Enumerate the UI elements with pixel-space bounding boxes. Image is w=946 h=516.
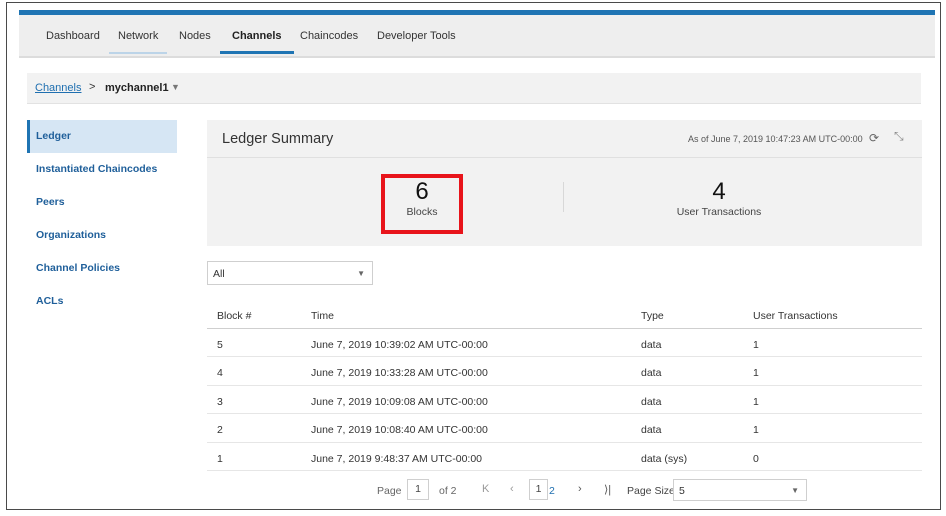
next-page-icon[interactable]: › <box>578 483 582 495</box>
cell-user-transactions: 1 <box>753 424 759 437</box>
tab-dashboard[interactable]: Dashboard <box>46 27 100 54</box>
cell-block: 2 <box>217 424 223 437</box>
sidebar: Ledger Instantiated Chaincodes Peers Org… <box>27 120 177 318</box>
sidebar-item-ledger[interactable]: Ledger <box>27 120 177 153</box>
sidebar-item-organizations[interactable]: Organizations <box>27 219 177 252</box>
table-row[interactable]: 5 June 7, 2019 10:39:02 AM UTC-00:00 dat… <box>207 329 922 358</box>
page-button-1[interactable]: 1 <box>529 479 548 500</box>
previous-page-icon[interactable]: ‹ <box>510 483 514 495</box>
user-transactions-stat: 4 User Transactions <box>649 178 789 218</box>
page-count-label: of 2 <box>439 485 457 497</box>
cell-block: 3 <box>217 395 223 408</box>
cell-block: 5 <box>217 339 223 351</box>
cell-block: 4 <box>217 367 223 380</box>
top-navigation: Dashboard Network Nodes Channels Chainco… <box>19 10 935 58</box>
page-button-2[interactable]: 2 <box>549 485 555 497</box>
as-of-timestamp: As of June 7, 2019 10:47:23 AM UTC-00:00 <box>688 134 863 144</box>
cell-type: data <box>641 339 662 351</box>
sidebar-item-instantiated-chaincodes[interactable]: Instantiated Chaincodes <box>27 153 177 186</box>
table-row[interactable]: 2 June 7, 2019 10:08:40 AM UTC-00:00 dat… <box>207 414 922 443</box>
tab-channels[interactable]: Channels <box>220 27 294 54</box>
column-header-block[interactable]: Block # <box>217 310 251 322</box>
cell-time: June 7, 2019 10:39:02 AM UTC-00:00 <box>311 339 488 351</box>
cell-time: June 7, 2019 9:48:37 AM UTC-00:00 <box>311 452 483 465</box>
breadcrumb-channels-link[interactable]: Channels <box>35 82 81 94</box>
column-header-type[interactable]: Type <box>641 310 664 322</box>
tab-chaincodes[interactable]: Chaincodes <box>300 27 358 54</box>
highlight-box <box>381 174 463 234</box>
sidebar-item-acls[interactable]: ACLs <box>27 285 177 318</box>
cell-block: 1 <box>217 452 223 465</box>
block-filter-select[interactable]: All ▼ <box>207 261 373 285</box>
user-transactions-count: 4 <box>712 178 726 205</box>
sidebar-item-channel-policies[interactable]: Channel Policies <box>27 252 177 285</box>
ledger-summary-title: Ledger Summary <box>222 131 334 147</box>
cell-user-transactions: 0 <box>753 452 759 465</box>
cell-time: June 7, 2019 10:09:08 AM UTC-00:00 <box>311 395 488 408</box>
table-row[interactable]: 3 June 7, 2019 10:09:08 AM UTC-00:00 dat… <box>207 386 922 415</box>
last-page-icon[interactable]: ⟩| <box>604 483 611 496</box>
cell-time: June 7, 2019 10:33:28 AM UTC-00:00 <box>311 367 488 380</box>
nav-divider <box>19 56 935 58</box>
sidebar-item-peers[interactable]: Peers <box>27 186 177 219</box>
refresh-icon[interactable]: ⟳ <box>869 131 879 145</box>
user-transactions-label: User Transactions <box>676 206 762 218</box>
app-window: Dashboard Network Nodes Channels Chainco… <box>6 2 941 510</box>
ledger-summary-panel: Ledger Summary As of June 7, 2019 10:47:… <box>207 120 922 246</box>
tab-nodes[interactable]: Nodes <box>179 27 211 54</box>
page-number-input[interactable]: 1 <box>407 479 429 500</box>
page-size-label: Page Size <box>627 485 675 497</box>
column-header-user-transactions[interactable]: User Transactions <box>753 310 838 322</box>
column-header-time[interactable]: Time <box>311 310 334 322</box>
page-size-value: 5 <box>679 485 685 497</box>
cell-time: June 7, 2019 10:08:40 AM UTC-00:00 <box>311 424 488 437</box>
breadcrumb-current-channel[interactable]: mychannel1 <box>105 82 169 94</box>
breadcrumb-separator: > <box>89 81 96 93</box>
collapse-icon[interactable]: ⤡ <box>894 129 904 144</box>
page-label: Page <box>377 485 402 497</box>
cell-type: data <box>641 424 662 437</box>
cell-type: data <box>641 395 662 408</box>
page-size-select[interactable]: 5 ▼ <box>673 479 807 501</box>
block-filter-value: All <box>213 268 225 280</box>
chevron-down-icon: ▼ <box>357 269 365 278</box>
tab-developer-tools[interactable]: Developer Tools <box>377 27 456 54</box>
tab-network[interactable]: Network <box>109 27 168 54</box>
cell-user-transactions: 1 <box>753 339 759 351</box>
chevron-down-icon: ▼ <box>791 486 799 495</box>
blocks-table: Block # Time Type User Transactions 5 Ju… <box>207 299 922 471</box>
cell-type: data (sys) <box>641 452 688 465</box>
first-page-icon[interactable]: K <box>482 483 489 495</box>
chevron-down-icon[interactable]: ▼ <box>171 82 180 92</box>
cell-user-transactions: 1 <box>753 395 759 408</box>
table-row[interactable]: 1 June 7, 2019 9:48:37 AM UTC-00:00 data… <box>207 443 922 471</box>
breadcrumb: Channels > mychannel1 ▼ <box>27 73 921 104</box>
table-row[interactable]: 4 June 7, 2019 10:33:28 AM UTC-00:00 dat… <box>207 357 922 386</box>
pagination: Page 1 of 2 K ‹ 1 2 › ⟩| Page Size 5 ▼ <box>207 475 922 505</box>
table-header: Block # Time Type User Transactions <box>207 299 922 329</box>
ledger-summary-header: Ledger Summary As of June 7, 2019 10:47:… <box>207 120 922 158</box>
cell-user-transactions: 1 <box>753 367 759 380</box>
cell-type: data <box>641 367 662 380</box>
stat-divider <box>563 182 564 212</box>
